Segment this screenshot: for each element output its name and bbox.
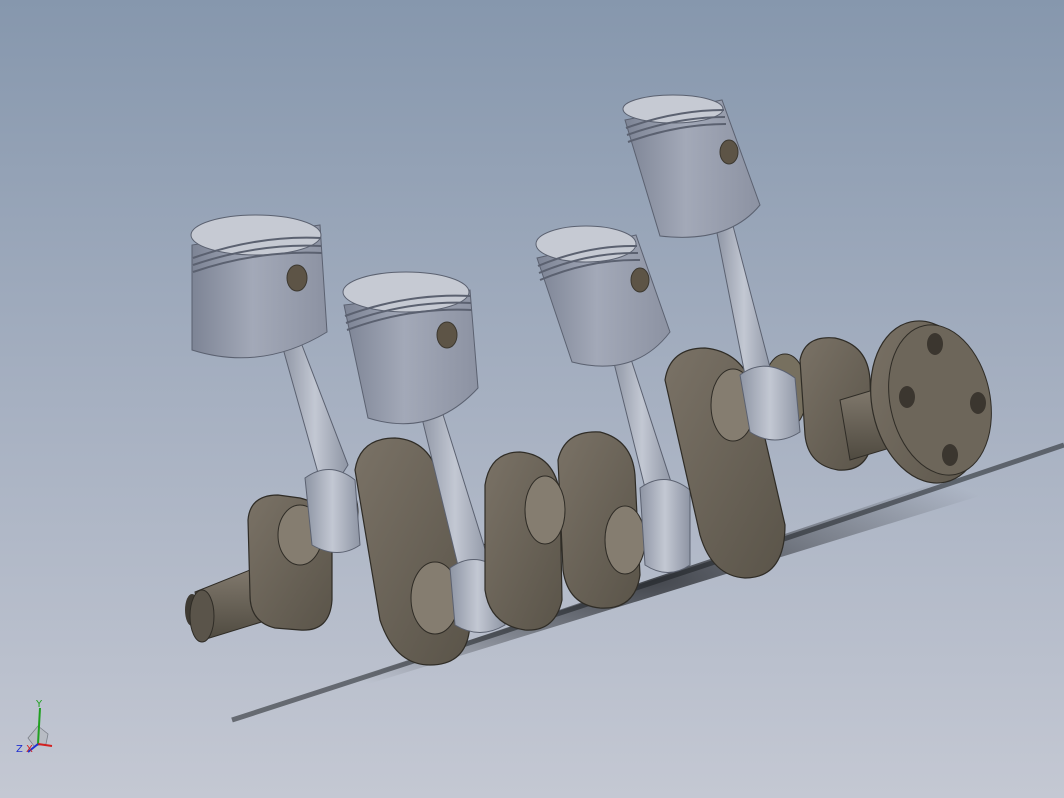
graphics-viewport[interactable]: Y Z X [0,0,1064,798]
triad-x-axis [37,743,53,747]
crank-web-3[interactable] [484,431,646,631]
flange-bolt-hole-4 [899,386,915,408]
flange-bolt-hole-2 [970,392,986,414]
triad-z-label: Z [16,744,23,755]
reference-triad[interactable]: Y Z X [14,696,64,766]
triad-y-label: Y [35,699,43,710]
triad-x-label: X [26,744,33,755]
model-scene[interactable] [0,0,1064,798]
flywheel-flange[interactable] [856,310,1005,494]
flange-bolt-hole-1 [927,333,943,355]
flange-bolt-hole-3 [942,444,958,466]
